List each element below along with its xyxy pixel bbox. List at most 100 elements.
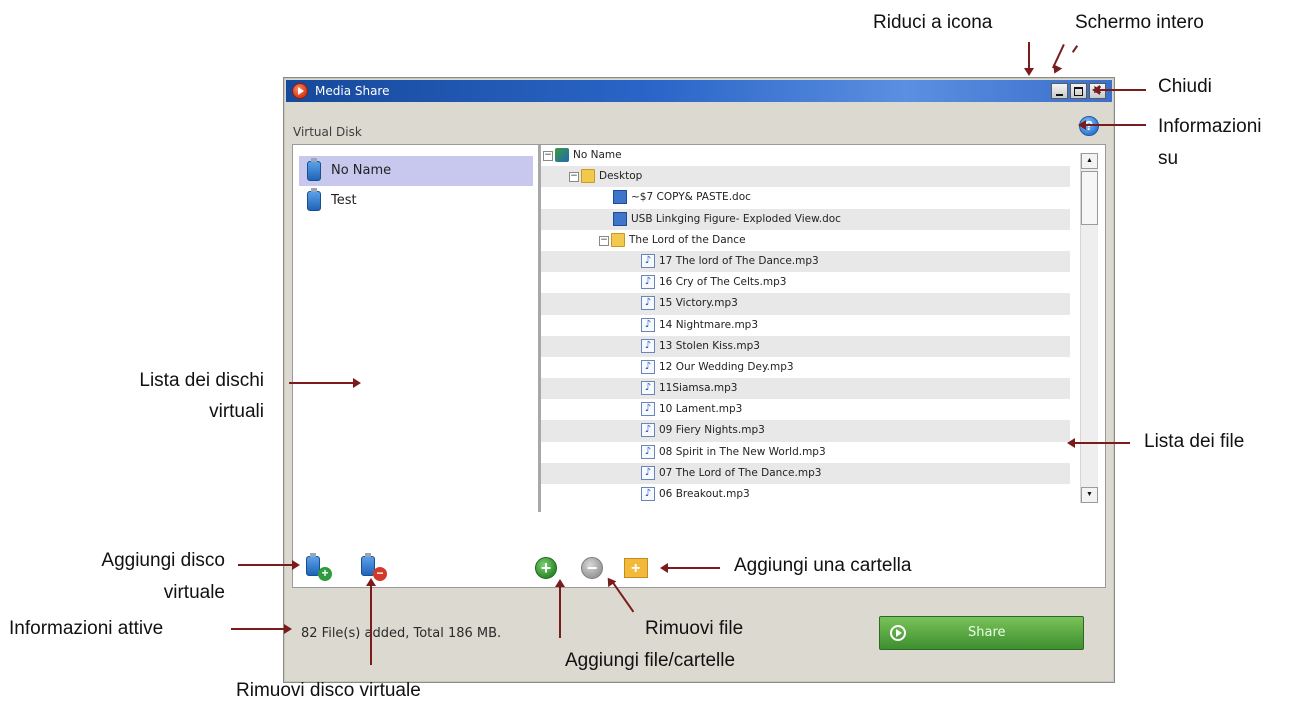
file-tree: − No Name − Desktop ~$7 COPY& PASTE.doc USB L… (541, 145, 1070, 512)
folder-icon (611, 232, 625, 247)
annotation-minimize: Riduci a icona (873, 12, 993, 33)
media-share-app-icon (292, 83, 308, 99)
file-tree-label: 16 Cry of The Celts.mp3 (659, 276, 787, 289)
annotation-add-disk-line1: Aggiungi disco (101, 550, 225, 571)
share-button[interactable]: Share (879, 616, 1084, 650)
file-tree-row[interactable]: ♪ 06 Breakout.mp3 (541, 484, 1070, 505)
arrow-minimize (1028, 42, 1030, 70)
arrowhead-disk-list (353, 378, 361, 388)
music-file-icon: ♪ (641, 402, 655, 417)
file-tree-label: 07 The Lord of The Dance.mp3 (659, 466, 822, 479)
doc-icon (613, 211, 627, 226)
file-tree-label: No Name (573, 149, 622, 161)
remove-virtual-disk-button[interactable]: − (359, 553, 387, 581)
remove-file-button[interactable]: − (581, 557, 603, 579)
music-file-icon: ♪ (641, 296, 655, 311)
arrowhead-add-disk (292, 560, 300, 570)
file-tree-row[interactable]: − The Lord of the Dance (541, 230, 1070, 251)
minimize-button[interactable] (1051, 83, 1068, 99)
file-tree-row[interactable]: ♪ 15 Victory.mp3 (541, 293, 1070, 315)
file-tree-label: The Lord of the Dance (629, 233, 746, 246)
maximize-button[interactable] (1070, 83, 1087, 99)
disk-item-no-name[interactable]: No Name (299, 156, 533, 186)
play-icon (890, 625, 906, 641)
file-tree-label: Desktop (599, 170, 643, 183)
file-tree-row[interactable]: USB Linkging Figure- Exploded View.doc (541, 208, 1070, 230)
collapse-icon[interactable]: − (543, 151, 553, 161)
scroll-thumb[interactable] (1081, 171, 1098, 225)
arrow-active-info (231, 628, 285, 630)
file-tree-row[interactable]: ~$7 COPY& PASTE.doc (541, 187, 1070, 208)
usb-disk-icon (307, 158, 321, 181)
file-tree-row[interactable]: ♪ 09 Fiery Nights.mp3 (541, 420, 1070, 442)
scroll-up-icon[interactable]: ▲ (1081, 153, 1098, 169)
music-file-icon: ♪ (641, 444, 655, 459)
maximize-icon (1074, 87, 1083, 96)
computer-icon (555, 148, 569, 162)
file-tree-row[interactable]: − Desktop (541, 166, 1070, 188)
file-tree-row[interactable]: ♪ 14 Nightmare.mp3 (541, 315, 1070, 336)
arrowhead-add-folder (660, 563, 668, 573)
file-tree-label: 10 Lament.mp3 (659, 403, 743, 416)
folder-icon (581, 169, 595, 184)
minimize-icon (1056, 94, 1063, 96)
doc-icon (613, 190, 627, 205)
add-folder-button[interactable]: + (624, 558, 648, 578)
file-tree-label: 14 Nightmare.mp3 (659, 318, 759, 331)
file-tree-label: 12 Our Wedding Dey.mp3 (659, 360, 794, 373)
arrowhead-file-list (1067, 438, 1075, 448)
disk-item-test[interactable]: Test (299, 186, 533, 216)
add-virtual-disk-button[interactable]: + (304, 553, 332, 581)
arrowhead-remove-disk (366, 578, 376, 586)
arrow-disk-list (289, 382, 354, 384)
annotation-remove-disk: Rimuovi disco virtuale (236, 680, 421, 701)
annotation-fullscreen: Schermo intero (1075, 12, 1204, 33)
collapse-icon[interactable]: − (569, 172, 579, 183)
collapse-icon[interactable]: − (599, 235, 609, 246)
arrow-fullscreen-stub (1071, 45, 1079, 53)
plus-icon: + (318, 567, 332, 581)
file-tree-row[interactable]: ♪ 16 Cry of The Celts.mp3 (541, 272, 1070, 293)
arrowhead-info (1078, 120, 1086, 130)
add-folder-icon: + (631, 560, 641, 577)
title-bar[interactable]: Media Share ✕ (286, 80, 1112, 102)
music-file-icon: ♪ (641, 487, 655, 501)
file-tree-label: 17 The lord of The Dance.mp3 (659, 254, 819, 267)
scroll-down-icon[interactable]: ▼ (1081, 487, 1098, 503)
music-file-icon: ♪ (641, 359, 655, 374)
music-file-icon: ♪ (641, 423, 655, 438)
music-file-icon: ♪ (641, 381, 655, 396)
music-file-icon: ♪ (641, 275, 655, 290)
file-tree-label: 11Siamsa.mp3 (659, 382, 738, 395)
file-tree-row[interactable]: ♪ 12 Our Wedding Dey.mp3 (541, 357, 1070, 378)
annotation-info-line2: su (1158, 148, 1179, 169)
music-file-icon: ♪ (641, 338, 655, 353)
file-tree-row[interactable]: ♪ 11Siamsa.mp3 (541, 378, 1070, 400)
file-tree-label: 13 Stolen Kiss.mp3 (659, 339, 760, 352)
status-text: 82 File(s) added, Total 186 MB. (301, 626, 502, 641)
virtual-disk-list: No Name Test (299, 156, 533, 216)
file-tree-row[interactable]: ♪ 07 The Lord of The Dance.mp3 (541, 462, 1070, 484)
file-tree-row[interactable]: − No Name (541, 145, 1070, 166)
arrow-add-folder (668, 567, 720, 569)
arrowhead-active-info (284, 624, 292, 634)
file-tree-row[interactable]: ♪ 10 Lament.mp3 (541, 399, 1070, 420)
virtual-disk-label: Virtual Disk (293, 125, 362, 139)
arrow-close (1100, 89, 1146, 91)
file-tree-row[interactable]: ♪ 13 Stolen Kiss.mp3 (541, 335, 1070, 357)
arrow-file-list (1075, 442, 1130, 444)
media-share-window: Media Share ✕ Virtual Disk ? No Name Tes… (283, 77, 1115, 683)
file-tree-row[interactable]: ♪ 08 Spirit in The New World.mp3 (541, 442, 1070, 463)
main-panel: No Name Test − No Name − Desktop ~$7 COPY& P… (292, 144, 1106, 588)
file-tree-row[interactable]: ♪ 17 The lord of The Dance.mp3 (541, 250, 1070, 273)
disk-item-label: No Name (331, 163, 392, 178)
annotation-disk-list-line2: virtuali (209, 401, 264, 422)
annotation-disk-list-line1: Lista dei dischi (139, 370, 264, 391)
add-file-button[interactable]: + (535, 557, 557, 579)
annotation-active-info: Informazioni attive (9, 618, 164, 639)
arrowhead-close (1092, 85, 1100, 95)
file-tree-scrollbar[interactable]: ▲ ▼ (1080, 153, 1098, 503)
file-tree-label: 15 Victory.mp3 (659, 297, 738, 310)
arrow-add-files (559, 586, 561, 638)
file-tree-label: ~$7 COPY& PASTE.doc (631, 191, 751, 204)
